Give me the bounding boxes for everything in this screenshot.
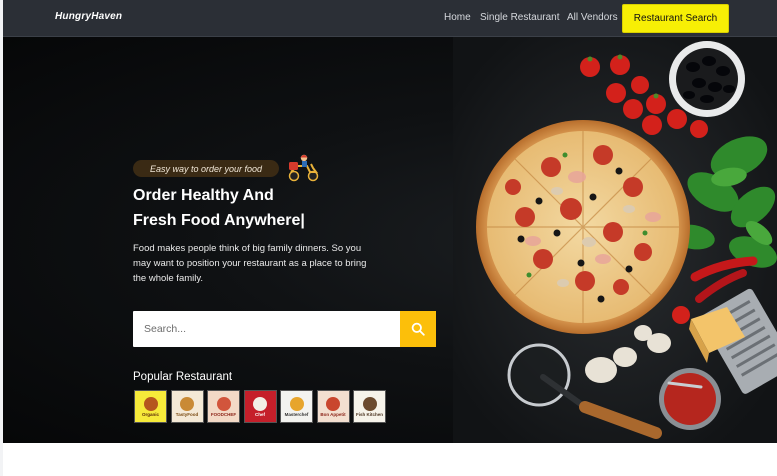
restaurant-logo[interactable]: Masterchef <box>280 390 313 423</box>
search-icon <box>411 322 425 336</box>
hero-description: Food makes people think of big family di… <box>133 243 367 284</box>
search-button[interactable] <box>400 311 436 347</box>
restaurant-logo-label: Masterchef <box>284 411 309 417</box>
restaurant-search-button[interactable]: Restaurant Search <box>622 4 729 33</box>
restaurant-logo-icon <box>289 396 304 411</box>
restaurant-logo[interactable]: Fish Kitchen <box>353 390 386 423</box>
restaurant-logo-label: TastyFood <box>175 411 199 417</box>
restaurant-logo-icon <box>253 396 267 411</box>
hero-search-bar <box>133 311 436 347</box>
restaurant-logo-icon <box>326 396 340 411</box>
restaurant-logo[interactable]: FOODCHEF <box>207 390 240 423</box>
restaurant-logo[interactable]: Organic <box>134 390 167 423</box>
restaurant-logo-label: Fish Kitchen <box>355 411 383 417</box>
restaurant-logo-icon <box>216 396 231 411</box>
nav-home-link[interactable]: Home <box>444 12 471 23</box>
restaurant-logo-label: Bon Appetit <box>320 411 346 417</box>
hero-heading: Order Healthy And Fresh Food Anywhere| <box>133 183 393 233</box>
pizza-hero-image <box>453 37 777 443</box>
restaurant-logo-label: FOODCHEF <box>210 411 237 417</box>
restaurant-logo[interactable]: Bon Appetit <box>316 390 350 423</box>
delivery-scooter-icon <box>288 154 319 182</box>
restaurant-logo-icon <box>143 396 158 411</box>
page-bottom-section <box>3 443 777 476</box>
search-input[interactable] <box>133 311 395 347</box>
brand-logo[interactable]: HungryHaven <box>55 11 122 22</box>
hero-heading-line-1: Order Healthy And <box>133 187 274 204</box>
restaurant-logo-icon <box>180 396 194 411</box>
restaurant-logo[interactable]: Chef <box>243 390 277 423</box>
restaurant-logo-label: Chef <box>255 411 265 417</box>
restaurant-logo-label: Organic <box>141 411 159 417</box>
popular-restaurant-heading: Popular Restaurant <box>133 371 233 383</box>
nav-all-vendors-link[interactable]: All Vendors <box>567 12 618 23</box>
nav-single-restaurant-link[interactable]: Single Restaurant <box>480 12 560 23</box>
restaurant-logo-icon <box>362 396 377 411</box>
tagline-badge: Easy way to order your food <box>133 160 279 177</box>
hero-heading-line-2: Fresh Food Anywhere| <box>133 212 305 229</box>
hero-section: Easy way to order your food Order Health… <box>3 37 777 443</box>
top-navbar: HungryHaven Home Single Restaurant All V… <box>3 0 777 37</box>
restaurant-logo[interactable]: TastyFood <box>170 390 204 423</box>
